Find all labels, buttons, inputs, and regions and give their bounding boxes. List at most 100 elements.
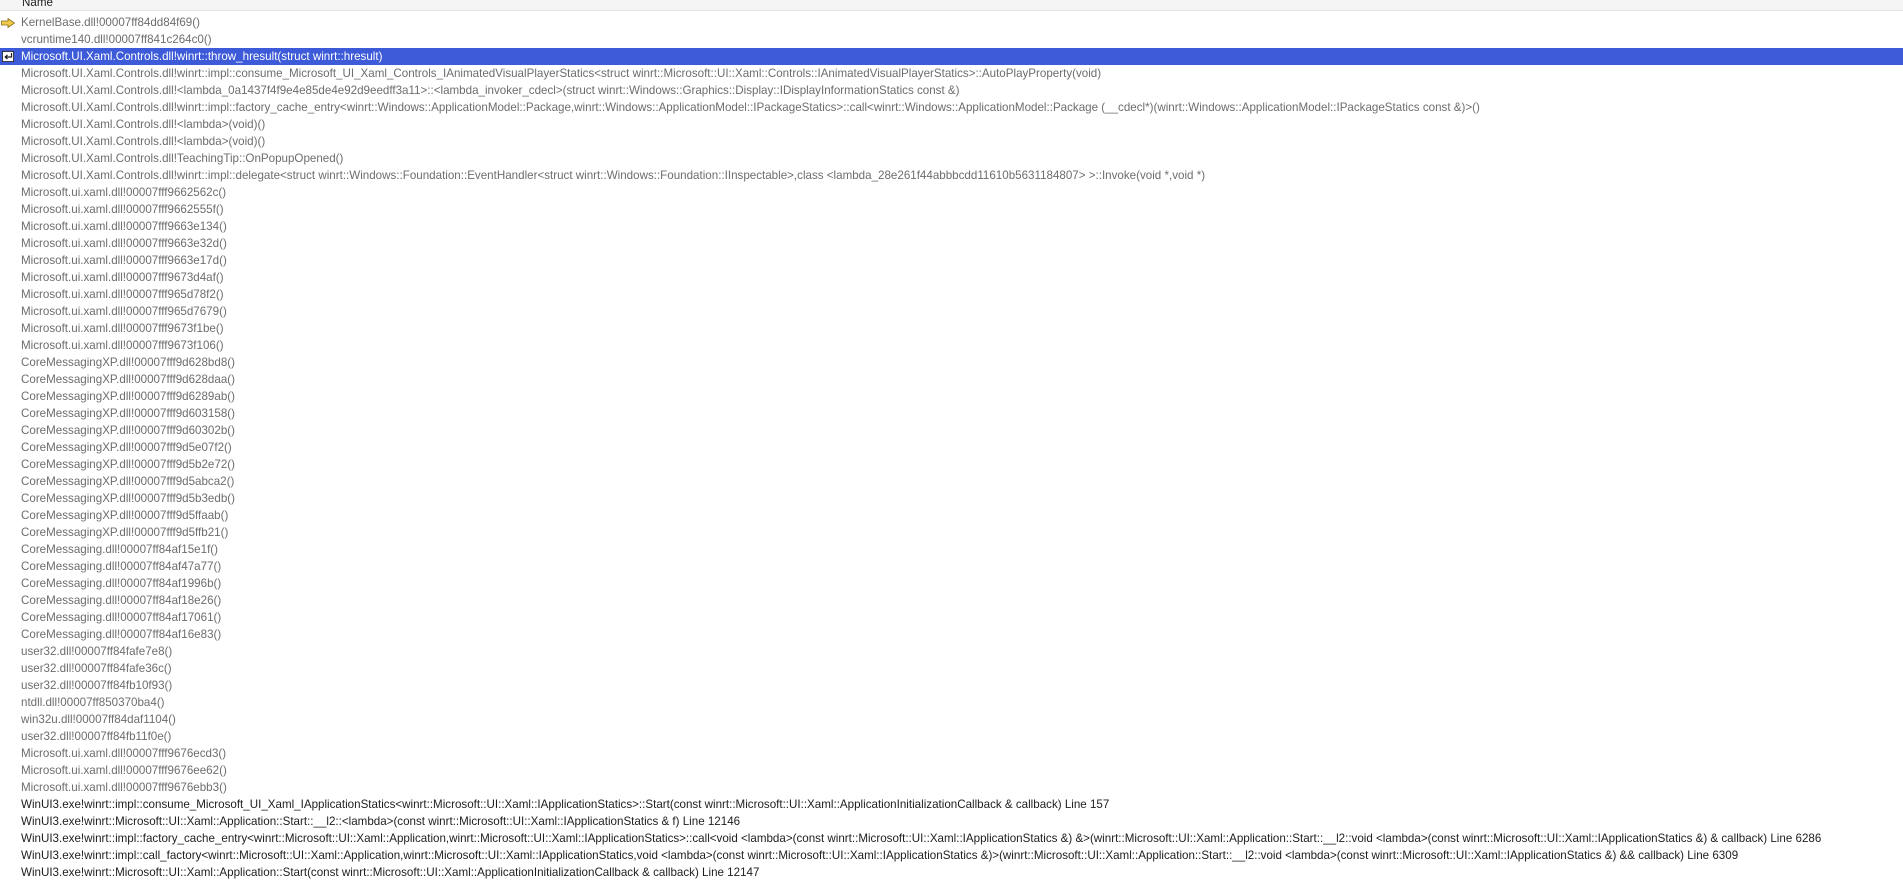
call-stack-frame[interactable]: Microsoft.UI.Xaml.Controls.dll!<lambda_0… bbox=[0, 82, 1903, 99]
frame-gutter bbox=[0, 660, 17, 677]
call-stack-frame[interactable]: win32u.dll!00007ff84daf1104() bbox=[0, 711, 1903, 728]
call-stack-frame[interactable]: Microsoft.ui.xaml.dll!00007fff9676ebb3() bbox=[0, 779, 1903, 796]
current-frame-arrow-icon bbox=[1, 18, 15, 28]
call-stack-frame[interactable]: CoreMessagingXP.dll!00007fff9d603158() bbox=[0, 405, 1903, 422]
frame-text: Microsoft.ui.xaml.dll!00007fff9673d4af() bbox=[21, 271, 224, 284]
call-stack-frame[interactable]: KernelBase.dll!00007ff84dd84f69() bbox=[0, 14, 1903, 31]
call-stack-frame[interactable]: user32.dll!00007ff84fb10f93() bbox=[0, 677, 1903, 694]
frame-text: CoreMessaging.dll!00007ff84af16e83() bbox=[21, 628, 222, 641]
call-stack-frame[interactable]: Microsoft.ui.xaml.dll!00007fff9662562c() bbox=[0, 184, 1903, 201]
call-stack-frame[interactable]: Microsoft.ui.xaml.dll!00007fff9676ecd3() bbox=[0, 745, 1903, 762]
column-header-name[interactable]: Name bbox=[22, 0, 53, 10]
frame-text: Microsoft.ui.xaml.dll!00007fff9662562c() bbox=[21, 186, 227, 199]
frame-text: CoreMessagingXP.dll!00007fff9d603158() bbox=[21, 407, 235, 420]
call-stack-frame[interactable]: CoreMessagingXP.dll!00007fff9d5b3edb() bbox=[0, 490, 1903, 507]
call-stack-frame[interactable]: Microsoft.ui.xaml.dll!00007fff9663e134() bbox=[0, 218, 1903, 235]
call-stack-frame[interactable]: CoreMessagingXP.dll!00007fff9d5ffb21() bbox=[0, 524, 1903, 541]
frame-gutter bbox=[0, 524, 17, 541]
frame-gutter bbox=[0, 558, 17, 575]
call-stack-frame[interactable]: ntdll.dll!00007ff850370ba4() bbox=[0, 694, 1903, 711]
call-stack-frame[interactable]: WinUI3.exe!winrt::impl::factory_cache_en… bbox=[0, 830, 1903, 847]
frame-gutter bbox=[0, 133, 17, 150]
frame-gutter bbox=[0, 99, 17, 116]
frame-gutter bbox=[0, 456, 17, 473]
call-stack-frame[interactable]: CoreMessagingXP.dll!00007fff9d5e07f2() bbox=[0, 439, 1903, 456]
call-stack-frame[interactable]: Microsoft.ui.xaml.dll!00007fff9673f1be() bbox=[0, 320, 1903, 337]
frame-text: Microsoft.ui.xaml.dll!00007fff9676ecd3() bbox=[21, 747, 227, 760]
frame-gutter bbox=[0, 643, 17, 660]
frame-text: Microsoft.ui.xaml.dll!00007fff9676ebb3() bbox=[21, 781, 227, 794]
call-stack-frame[interactable]: user32.dll!00007ff84fafe36c() bbox=[0, 660, 1903, 677]
frame-gutter bbox=[0, 592, 17, 609]
call-stack-frame[interactable]: Microsoft.UI.Xaml.Controls.dll!<lambda>(… bbox=[0, 133, 1903, 150]
call-stack-frame[interactable]: CoreMessaging.dll!00007ff84af17061() bbox=[0, 609, 1903, 626]
call-stack-frame[interactable]: CoreMessaging.dll!00007ff84af15e1f() bbox=[0, 541, 1903, 558]
frame-text: CoreMessagingXP.dll!00007fff9d5ffaab() bbox=[21, 509, 229, 522]
call-stack-frame[interactable]: Microsoft.ui.xaml.dll!00007fff9662555f() bbox=[0, 201, 1903, 218]
call-stack-frame[interactable]: CoreMessagingXP.dll!00007fff9d60302b() bbox=[0, 422, 1903, 439]
frame-text: Microsoft.ui.xaml.dll!00007fff9676ee62() bbox=[21, 764, 227, 777]
call-stack-frame[interactable]: CoreMessaging.dll!00007ff84af47a77() bbox=[0, 558, 1903, 575]
call-stack-frame[interactable]: Microsoft.ui.xaml.dll!00007fff9676ee62() bbox=[0, 762, 1903, 779]
frame-gutter bbox=[0, 711, 17, 728]
call-stack-frame[interactable]: Microsoft.ui.xaml.dll!00007fff965d7679() bbox=[0, 303, 1903, 320]
call-stack-frame[interactable]: Microsoft.ui.xaml.dll!00007fff965d78f2() bbox=[0, 286, 1903, 303]
call-stack-frame[interactable]: Microsoft.ui.xaml.dll!00007fff9663e32d() bbox=[0, 235, 1903, 252]
call-stack-frame[interactable]: CoreMessagingXP.dll!00007fff9d628daa() bbox=[0, 371, 1903, 388]
frame-gutter bbox=[0, 677, 17, 694]
frame-text: Microsoft.ui.xaml.dll!00007fff9663e134() bbox=[21, 220, 227, 233]
call-stack-frame[interactable]: CoreMessagingXP.dll!00007fff9d628bd8() bbox=[0, 354, 1903, 371]
call-stack-frame[interactable]: user32.dll!00007ff84fafe7e8() bbox=[0, 643, 1903, 660]
call-stack-frame[interactable]: CoreMessagingXP.dll!00007fff9d6289ab() bbox=[0, 388, 1903, 405]
frame-text: vcruntime140.dll!00007ff841c264c0() bbox=[21, 33, 212, 46]
frame-text: user32.dll!00007ff84fb11f0e() bbox=[21, 730, 172, 743]
call-stack-frame[interactable]: CoreMessaging.dll!00007ff84af1996b() bbox=[0, 575, 1903, 592]
frame-gutter bbox=[0, 388, 17, 405]
frame-gutter bbox=[0, 694, 17, 711]
call-stack-frame[interactable]: CoreMessagingXP.dll!00007fff9d5abca2() bbox=[0, 473, 1903, 490]
call-stack-frame[interactable]: WinUI3.exe!winrt::Microsoft::UI::Xaml::A… bbox=[0, 864, 1903, 881]
frame-text: user32.dll!00007ff84fafe36c() bbox=[21, 662, 172, 675]
call-stack-frame[interactable]: WinUI3.exe!winrt::impl::call_factory<win… bbox=[0, 847, 1903, 864]
call-stack-frame[interactable]: CoreMessaging.dll!00007ff84af16e83() bbox=[0, 626, 1903, 643]
frame-gutter bbox=[0, 779, 17, 796]
frame-text: CoreMessagingXP.dll!00007fff9d60302b() bbox=[21, 424, 235, 437]
frame-text: Microsoft.UI.Xaml.Controls.dll!TeachingT… bbox=[21, 152, 344, 165]
call-stack-frame[interactable]: CoreMessagingXP.dll!00007fff9d5ffaab() bbox=[0, 507, 1903, 524]
frame-gutter bbox=[0, 303, 17, 320]
call-stack-frame[interactable]: Microsoft.ui.xaml.dll!00007fff9663e17d() bbox=[0, 252, 1903, 269]
frame-text: user32.dll!00007ff84fafe7e8() bbox=[21, 645, 173, 658]
frame-gutter bbox=[0, 235, 17, 252]
call-stack-frame[interactable]: Microsoft.UI.Xaml.Controls.dll!winrt::im… bbox=[0, 167, 1903, 184]
call-stack-frame[interactable]: WinUI3.exe!winrt::impl::consume_Microsof… bbox=[0, 796, 1903, 813]
frame-gutter bbox=[0, 728, 17, 745]
frame-text: Microsoft.UI.Xaml.Controls.dll!<lambda_0… bbox=[21, 84, 960, 97]
call-stack-frame[interactable]: vcruntime140.dll!00007ff841c264c0() bbox=[0, 31, 1903, 48]
frame-text: Microsoft.ui.xaml.dll!00007fff965d78f2() bbox=[21, 288, 224, 301]
call-stack-frame[interactable]: WinUI3.exe!winrt::Microsoft::UI::Xaml::A… bbox=[0, 813, 1903, 830]
frame-text: Microsoft.ui.xaml.dll!00007fff965d7679() bbox=[21, 305, 227, 318]
frame-text: Microsoft.UI.Xaml.Controls.dll!winrt::im… bbox=[21, 169, 1206, 182]
frame-gutter bbox=[0, 167, 17, 184]
frame-text: ntdll.dll!00007ff850370ba4() bbox=[21, 696, 165, 709]
call-stack-frame-selected[interactable]: Microsoft.UI.Xaml.Controls.dll!winrt::th… bbox=[0, 48, 1903, 65]
call-stack-frame[interactable]: Microsoft.UI.Xaml.Controls.dll!winrt::im… bbox=[0, 99, 1903, 116]
call-stack-frame[interactable]: CoreMessaging.dll!00007ff84af18e26() bbox=[0, 592, 1903, 609]
call-stack-frame[interactable]: Microsoft.UI.Xaml.Controls.dll!winrt::im… bbox=[0, 65, 1903, 82]
frame-gutter bbox=[0, 405, 17, 422]
call-stack-frame[interactable]: CoreMessagingXP.dll!00007fff9d5b2e72() bbox=[0, 456, 1903, 473]
call-stack-frame[interactable]: Microsoft.ui.xaml.dll!00007fff9673d4af() bbox=[0, 269, 1903, 286]
frame-text: CoreMessagingXP.dll!00007fff9d5b2e72() bbox=[21, 458, 235, 471]
call-stack-frame[interactable]: Microsoft.ui.xaml.dll!00007fff9673f106() bbox=[0, 337, 1903, 354]
call-stack-frame[interactable]: user32.dll!00007ff84fb11f0e() bbox=[0, 728, 1903, 745]
frame-text: CoreMessaging.dll!00007ff84af18e26() bbox=[21, 594, 222, 607]
call-stack-frame[interactable]: Microsoft.UI.Xaml.Controls.dll!TeachingT… bbox=[0, 150, 1903, 167]
frame-text: Microsoft.UI.Xaml.Controls.dll!winrt::th… bbox=[21, 50, 383, 63]
frame-gutter bbox=[0, 218, 17, 235]
call-stack-frame[interactable]: Microsoft.UI.Xaml.Controls.dll!<lambda>(… bbox=[0, 116, 1903, 133]
frame-text: Microsoft.ui.xaml.dll!00007fff9673f106() bbox=[21, 339, 224, 352]
frame-gutter bbox=[0, 609, 17, 626]
frame-gutter bbox=[0, 830, 17, 847]
frame-text: Microsoft.UI.Xaml.Controls.dll!<lambda>(… bbox=[21, 118, 266, 131]
column-header[interactable]: Name bbox=[0, 0, 1903, 11]
